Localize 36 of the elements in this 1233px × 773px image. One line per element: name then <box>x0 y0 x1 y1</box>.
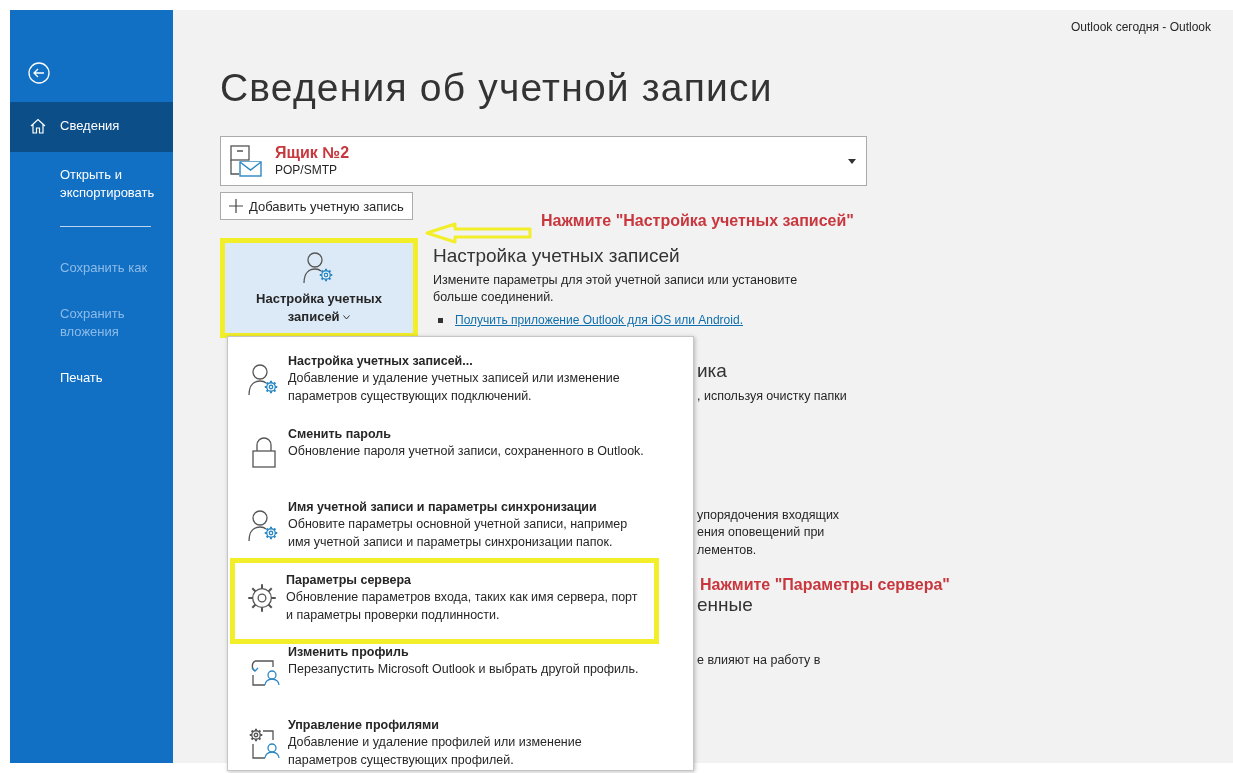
chevron-icon <box>343 315 351 321</box>
section-heading: енные <box>697 594 753 616</box>
plus-icon <box>229 199 243 213</box>
sidebar-item[interactable]: Сведения <box>10 102 173 152</box>
sidebar-item[interactable]: Печать <box>10 355 173 401</box>
mailbox-icon <box>229 144 263 178</box>
menu-item[interactable]: Настройка учетных записей... Добавление и удаление учетных записей или изменение параметров существующих подключений. <box>232 343 689 415</box>
menu-item[interactable]: Сменить пароль Обновление пароля учетной записи, сохраненного в Outlook. <box>232 416 689 488</box>
section-heading: Настройка учетных записей <box>433 245 680 267</box>
section-description: Измените параметры для этой учетной записи или установите больше соединений. <box>433 272 799 306</box>
account-name: Ящик №2 <box>275 144 351 162</box>
annotation-note: Нажмите "Параметры сервера" <box>700 576 950 594</box>
section-description: ения оповещений при <box>697 524 825 541</box>
menu-item[interactable]: Имя учетной записи и параметры синхронизации Обновите параметры основной учетной записи, например имя учетной записи и параметры синхронизации папок. <box>232 489 689 561</box>
section-description: упорядочения входящих <box>697 506 840 524</box>
bullet-icon <box>438 317 443 323</box>
menu-item[interactable]: Управление профилями Добавление и удаление профилей или изменение параметров существующих профилей. <box>232 707 689 773</box>
page-title: Сведения об учетной записи <box>220 65 774 111</box>
back-icon <box>28 62 50 84</box>
profile-gear-icon <box>247 726 281 760</box>
account-settings-button[interactable]: Настройка учетных записей <box>220 238 418 338</box>
add-account-button[interactable]: Добавить учетную запись <box>220 192 413 220</box>
account-selector[interactable]: Ящик №2 POP/SMTP <box>220 136 867 186</box>
section-description: е влияют на работу в <box>697 652 821 669</box>
account-type: POP/SMTP <box>275 162 338 178</box>
section-heading: ика <box>697 360 727 382</box>
home-icon <box>30 118 46 134</box>
annotation-note: Нажмите "Настройка учетных записей" <box>541 212 854 230</box>
dropdown-caret-icon <box>848 158 856 164</box>
section-description: лементов. <box>697 541 757 559</box>
menu-item[interactable]: Параметры сервера Обновление параметров входа, таких как имя сервера, порт и параметры проверки подлинности. <box>230 558 659 644</box>
gear-icon <box>245 581 279 615</box>
window-title: Outlook сегодня - Outlook <box>1070 20 1211 36</box>
section-description: , используя очистку папки <box>697 388 847 405</box>
sidebar-item[interactable]: Открыть и экспортировать <box>10 152 173 216</box>
link[interactable]: Получить приложение Outlook для iOS или Android. <box>455 313 743 327</box>
